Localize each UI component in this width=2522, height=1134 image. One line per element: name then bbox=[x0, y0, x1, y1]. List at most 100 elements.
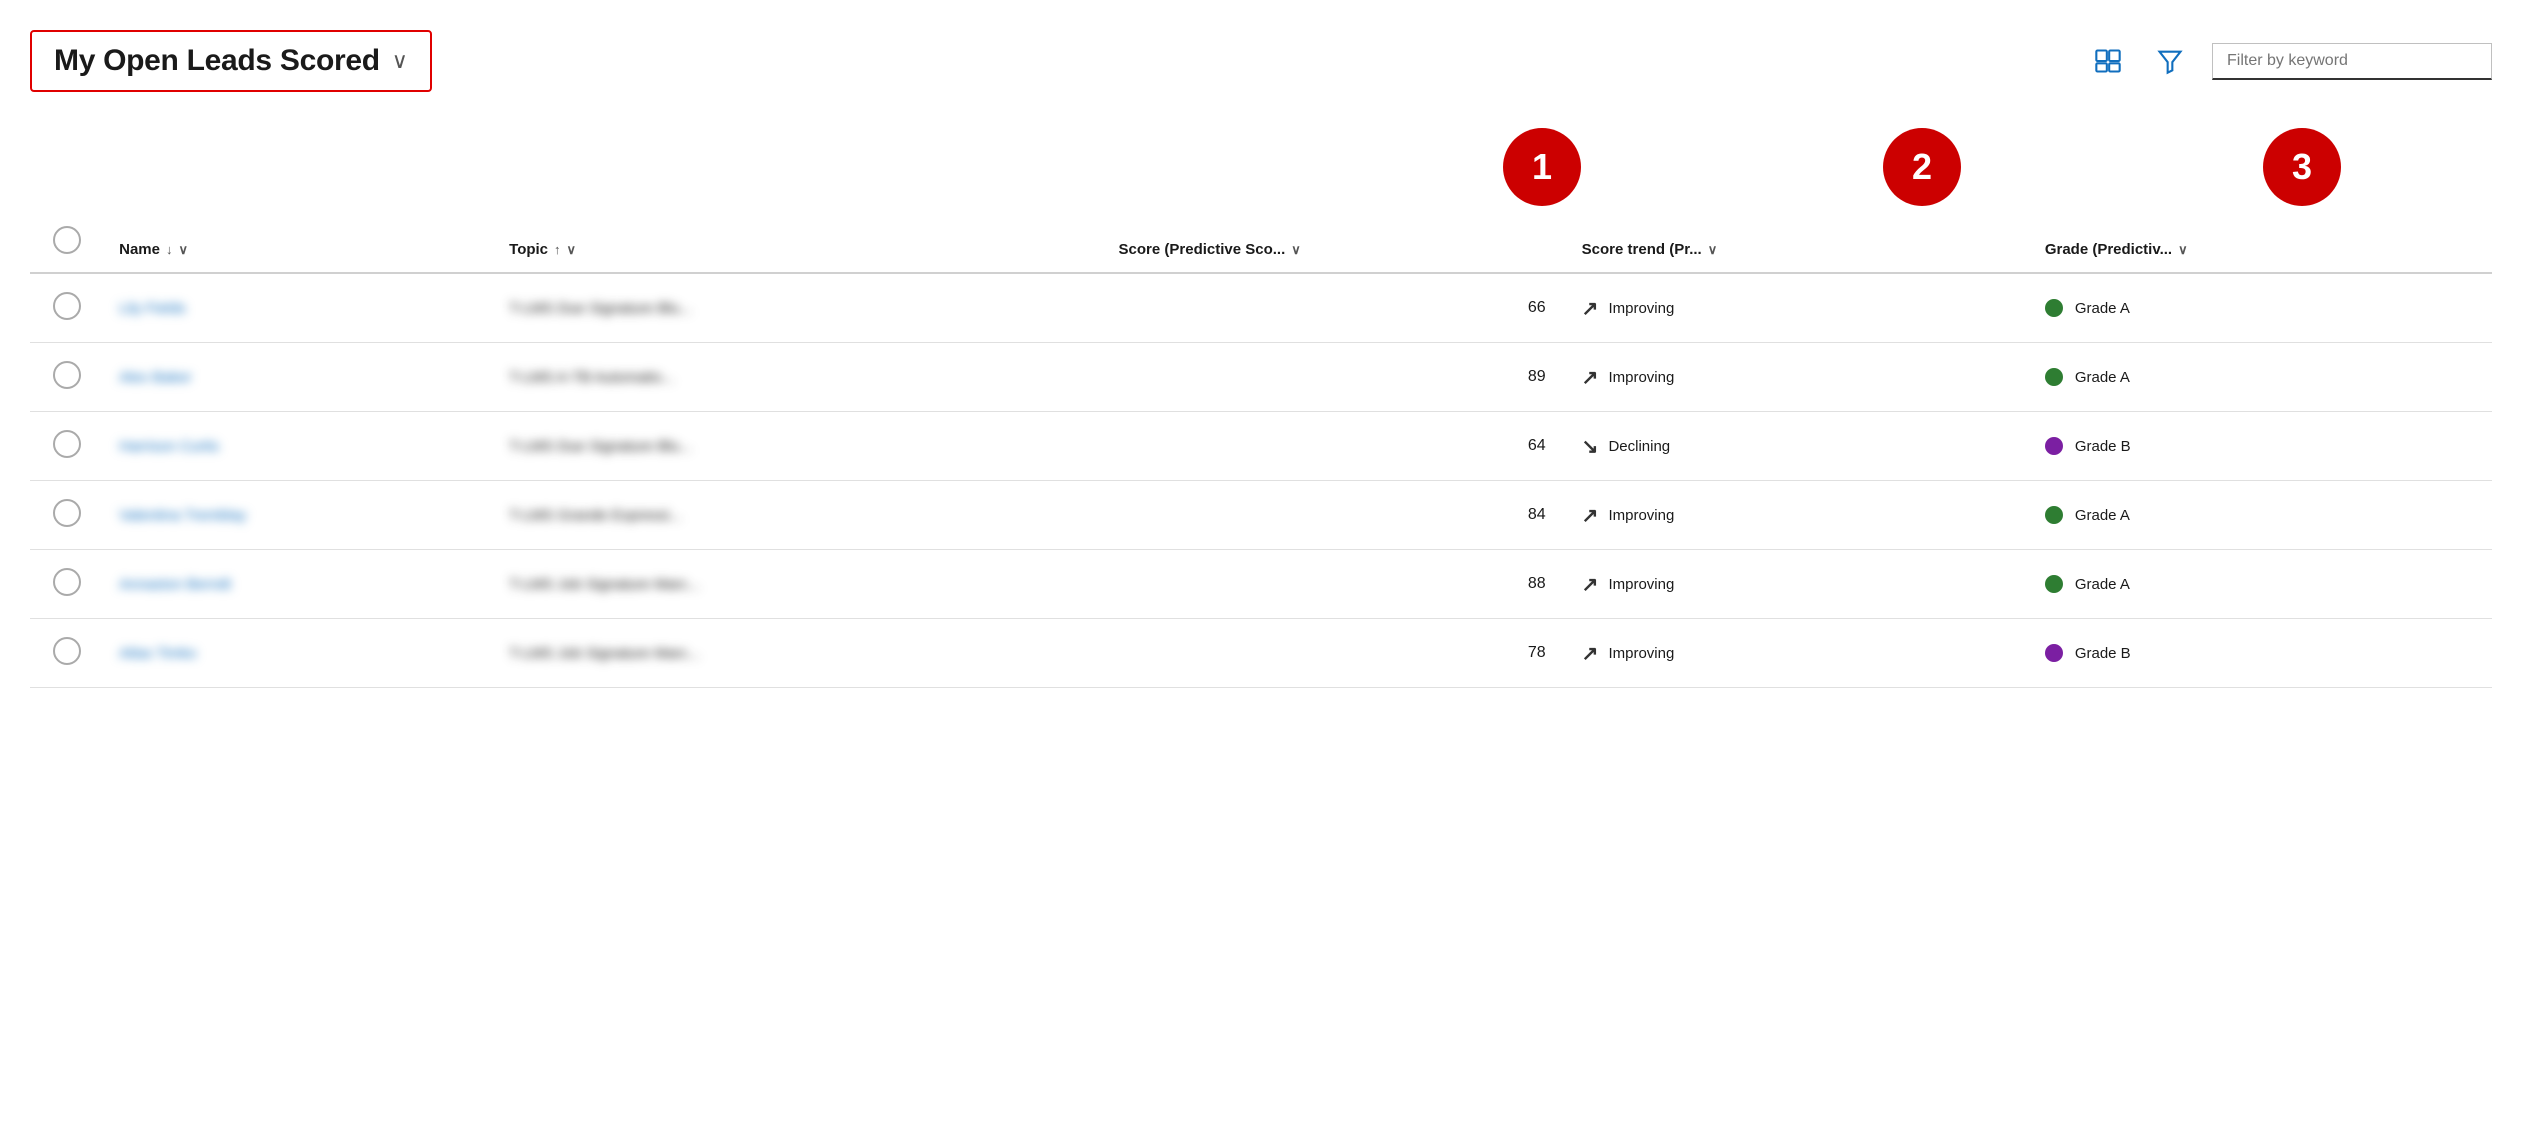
trend-arrow-icon: ↗ bbox=[1582, 503, 1599, 528]
table-row: Annaston Berndt T-LMS Job Signature Marc… bbox=[30, 550, 2492, 619]
trend-arrow-icon: ↘ bbox=[1582, 434, 1599, 459]
row-trend-cell: ↗ Improving bbox=[1566, 619, 2029, 688]
filter-icon bbox=[2156, 47, 2184, 75]
trend-label: Declining bbox=[1608, 438, 1670, 455]
view-title-box[interactable]: My Open Leads Scored ∨ bbox=[30, 30, 432, 92]
row-trend-cell: ↗ Improving bbox=[1566, 481, 2029, 550]
lead-topic: T-LMS Job Signature Marc... bbox=[509, 576, 700, 593]
annotation-circle-3: 3 bbox=[2263, 128, 2341, 206]
lead-name-link[interactable]: Lily Fields bbox=[119, 300, 186, 317]
lead-name-link[interactable]: Alex Baker bbox=[119, 369, 192, 386]
row-grade-cell: Grade B bbox=[2029, 619, 2492, 688]
select-all-checkbox[interactable] bbox=[53, 226, 81, 254]
table-row: Atlas Timko T-LMS Job Signature Marc... … bbox=[30, 619, 2492, 688]
row-checkbox-cell[interactable] bbox=[30, 619, 103, 688]
trend-label: Improving bbox=[1608, 300, 1674, 317]
row-score-cell: 78 bbox=[1103, 619, 1566, 688]
table-header-row: Name ↓ ∨ Topic ↑ ∨ S bbox=[30, 212, 2492, 273]
row-checkbox-cell[interactable] bbox=[30, 343, 103, 412]
lead-name-link[interactable]: Atlas Timko bbox=[119, 645, 197, 662]
row-checkbox-cell[interactable] bbox=[30, 412, 103, 481]
score-value: 66 bbox=[1528, 299, 1546, 316]
row-checkbox-cell[interactable] bbox=[30, 273, 103, 343]
trend-arrow-icon: ↗ bbox=[1582, 641, 1599, 666]
row-topic-cell: T-LMS Due Signature Blu... bbox=[493, 412, 1102, 481]
grade-dot bbox=[2045, 368, 2063, 386]
table-row: Harrison Curtis T-LMS Due Signature Blu.… bbox=[30, 412, 2492, 481]
row-checkbox[interactable] bbox=[53, 637, 81, 665]
row-name-cell: Harrison Curtis bbox=[103, 412, 493, 481]
col-header-name[interactable]: Name ↓ ∨ bbox=[103, 212, 493, 273]
row-checkbox[interactable] bbox=[53, 361, 81, 389]
col-header-score[interactable]: Score (Predictive Sco... ∨ bbox=[1103, 212, 1566, 273]
grade-label: Grade A bbox=[2075, 507, 2130, 524]
row-score-cell: 84 bbox=[1103, 481, 1566, 550]
annotation-col-grade: 3 bbox=[2112, 128, 2492, 206]
header-actions bbox=[2088, 41, 2492, 81]
col-header-checkbox[interactable] bbox=[30, 212, 103, 273]
col-header-trend[interactable]: Score trend (Pr... ∨ bbox=[1566, 212, 2029, 273]
row-topic-cell: T-LMS Grande Expressi... bbox=[493, 481, 1102, 550]
lead-name-link[interactable]: Annaston Berndt bbox=[119, 576, 231, 593]
row-score-cell: 66 bbox=[1103, 273, 1566, 343]
grade-dot bbox=[2045, 299, 2063, 317]
annotations-row: 1 2 3 bbox=[30, 112, 2492, 212]
table-wrapper: Name ↓ ∨ Topic ↑ ∨ S bbox=[30, 212, 2492, 688]
col-header-topic[interactable]: Topic ↑ ∨ bbox=[493, 212, 1102, 273]
row-grade-cell: Grade A bbox=[2029, 343, 2492, 412]
annotation-col-trend: 2 bbox=[1732, 128, 2112, 206]
row-grade-cell: Grade B bbox=[2029, 412, 2492, 481]
trend-arrow-icon: ↗ bbox=[1582, 572, 1599, 597]
grade-chevron-icon: ∨ bbox=[2178, 242, 2188, 258]
header: My Open Leads Scored ∨ bbox=[30, 20, 2492, 112]
grade-dot bbox=[2045, 644, 2063, 662]
annotation-circle-2: 2 bbox=[1883, 128, 1961, 206]
leads-table: Name ↓ ∨ Topic ↑ ∨ S bbox=[30, 212, 2492, 688]
row-trend-cell: ↗ Improving bbox=[1566, 273, 2029, 343]
row-grade-cell: Grade A bbox=[2029, 273, 2492, 343]
row-score-cell: 88 bbox=[1103, 550, 1566, 619]
trend-label: Improving bbox=[1608, 576, 1674, 593]
row-checkbox-cell[interactable] bbox=[30, 550, 103, 619]
score-value: 89 bbox=[1528, 368, 1546, 385]
trend-label: Improving bbox=[1608, 645, 1674, 662]
lead-name-link[interactable]: Valentina Tremblay bbox=[119, 507, 246, 524]
filter-input[interactable] bbox=[2227, 52, 2477, 70]
row-trend-cell: ↗ Improving bbox=[1566, 343, 2029, 412]
view-title: My Open Leads Scored bbox=[54, 44, 380, 78]
grade-dot bbox=[2045, 575, 2063, 593]
table-row: Lily Fields T-LMS Due Signature Blu... 6… bbox=[30, 273, 2492, 343]
row-topic-cell: T-LMS Job Signature Marc... bbox=[493, 619, 1102, 688]
lead-name-link[interactable]: Harrison Curtis bbox=[119, 438, 219, 455]
filter-button[interactable] bbox=[2150, 41, 2190, 81]
col-header-grade[interactable]: Grade (Predictiv... ∨ bbox=[2029, 212, 2492, 273]
lead-topic: T-LMS Due Signature Blu... bbox=[509, 300, 692, 317]
score-value: 88 bbox=[1528, 575, 1546, 592]
layout-button[interactable] bbox=[2088, 41, 2128, 81]
row-name-cell: Lily Fields bbox=[103, 273, 493, 343]
layout-icon bbox=[2094, 47, 2122, 75]
score-value: 78 bbox=[1528, 644, 1546, 661]
trend-arrow-icon: ↗ bbox=[1582, 296, 1599, 321]
trend-label: Improving bbox=[1608, 507, 1674, 524]
row-checkbox-cell[interactable] bbox=[30, 481, 103, 550]
grade-label: Grade A bbox=[2075, 369, 2130, 386]
row-checkbox[interactable] bbox=[53, 499, 81, 527]
grade-label: Grade A bbox=[2075, 576, 2130, 593]
lead-topic: T-LMS Due Signature Blu... bbox=[509, 438, 692, 455]
grade-dot bbox=[2045, 506, 2063, 524]
row-grade-cell: Grade A bbox=[2029, 550, 2492, 619]
row-checkbox[interactable] bbox=[53, 568, 81, 596]
table-row: Valentina Tremblay T-LMS Grande Expressi… bbox=[30, 481, 2492, 550]
row-checkbox[interactable] bbox=[53, 430, 81, 458]
grade-label: Grade A bbox=[2075, 300, 2130, 317]
row-score-cell: 64 bbox=[1103, 412, 1566, 481]
row-checkbox[interactable] bbox=[53, 292, 81, 320]
row-name-cell: Atlas Timko bbox=[103, 619, 493, 688]
lead-topic: T-LMS Job Signature Marc... bbox=[509, 645, 700, 662]
row-score-cell: 89 bbox=[1103, 343, 1566, 412]
filter-input-wrapper bbox=[2212, 43, 2492, 80]
trend-label: Improving bbox=[1608, 369, 1674, 386]
grade-label: Grade B bbox=[2075, 645, 2131, 662]
row-grade-cell: Grade A bbox=[2029, 481, 2492, 550]
